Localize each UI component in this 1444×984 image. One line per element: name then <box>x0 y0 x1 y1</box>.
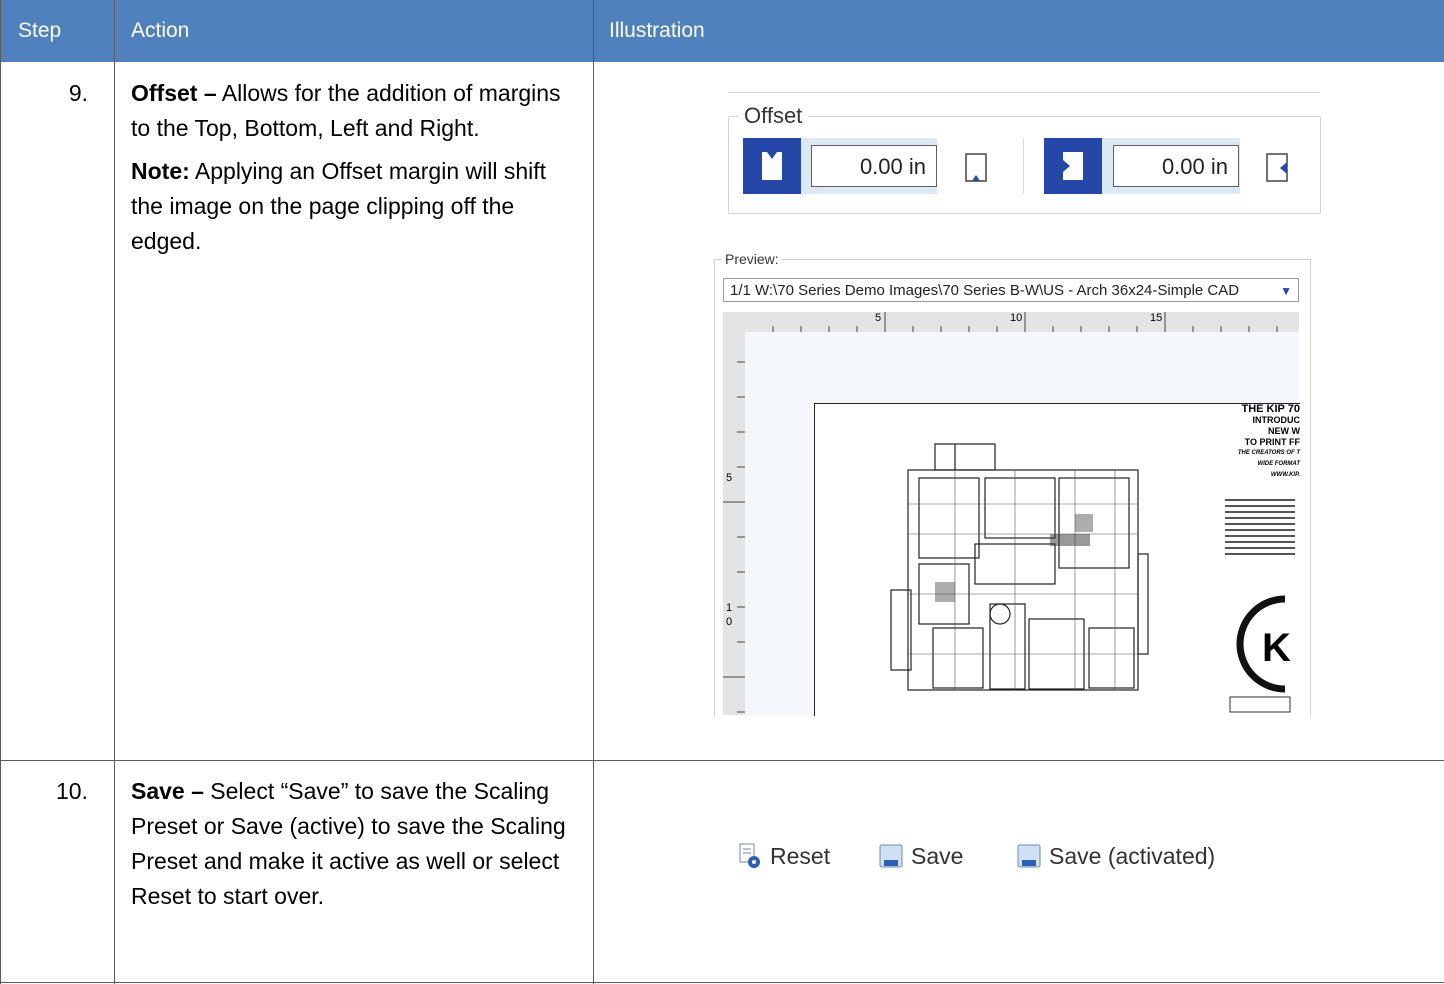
file-select[interactable]: 1/1 W:\70 Series Demo Images\70 Series B… <box>723 278 1299 302</box>
grid-line <box>114 0 115 984</box>
offset-legend: Offset <box>738 103 809 129</box>
ruler-top: 0 0 5 10 15 <box>723 312 1299 332</box>
preview-panel: Preview: 1/1 W:\70 Series Demo Images\70… <box>714 251 1311 716</box>
offset-panel: Offset 0.00 in 0.00 in <box>728 92 1321 214</box>
page-left-icon <box>1063 152 1083 180</box>
title-block: THE KIP 70 INTRODUC NEW W TO PRINT FF TH… <box>1220 404 1300 481</box>
ruler-label: 5 <box>875 312 882 324</box>
ruler-label: 1 <box>726 602 733 614</box>
kip-logo: K <box>1262 626 1291 670</box>
save-activated-label: Save (activated) <box>1049 842 1216 869</box>
step-number: 9. <box>68 80 88 106</box>
save-button[interactable]: Save <box>879 838 963 874</box>
save-activated-button[interactable]: Save (activated) <box>1017 838 1215 874</box>
margin-bottom-toggle[interactable] <box>964 152 990 189</box>
title-block-line: THE KIP 70 <box>1241 403 1301 415</box>
ruler-label: 5 <box>726 472 733 484</box>
reset-button[interactable]: Reset <box>738 838 830 874</box>
note-text: Applying an Offset margin will shift the… <box>131 158 547 254</box>
title-block-line: WWW.KIP. <box>1270 472 1300 478</box>
page-bottom-icon <box>965 153 987 182</box>
margin-right-toggle[interactable] <box>1265 152 1291 189</box>
row-divider <box>0 982 1444 983</box>
header-step: Step <box>18 19 62 42</box>
note-label: Note: <box>131 158 190 184</box>
action-cell: Save – Select “Save” to save the Scaling… <box>131 774 581 922</box>
divider <box>1023 138 1024 194</box>
save-icon <box>1017 842 1041 870</box>
page-top-icon <box>762 152 782 180</box>
grid-line <box>593 0 594 984</box>
margin-top-toggle[interactable] <box>743 138 801 194</box>
preview-legend: Preview: <box>722 251 782 267</box>
table-header: Step Action Illustration <box>0 0 1444 62</box>
divider <box>728 92 1320 93</box>
margin-left-input[interactable]: 0.00 in <box>1113 145 1239 187</box>
title-block-line: WIDE FORMAT <box>1257 461 1300 467</box>
preview-canvas[interactable]: THE KIP 70 INTRODUC NEW W TO PRINT FF TH… <box>745 332 1300 716</box>
margin-top-input[interactable]: 0.00 in <box>811 145 937 187</box>
title-block-line: THE CREATORS OF T <box>1237 450 1300 456</box>
ruler-label: 10 <box>1010 312 1023 324</box>
preview-sheet: THE KIP 70 INTRODUC NEW W TO PRINT FF TH… <box>814 403 1300 716</box>
title-block-line: NEW W <box>1268 426 1300 436</box>
reset-icon <box>738 842 762 870</box>
action-title: Offset – <box>131 80 217 106</box>
save-label: Save <box>911 842 964 869</box>
row-divider <box>0 760 1444 761</box>
ruler-left: 5 1 0 <box>723 312 745 715</box>
title-block-line: TO PRINT FF <box>1244 437 1300 447</box>
reset-label: Reset <box>770 842 831 869</box>
action-cell: Offset – Allows for the addition of marg… <box>131 76 581 267</box>
title-block-line: INTRODUC <box>1252 415 1301 425</box>
step-number: 10. <box>56 778 88 804</box>
save-icon <box>879 842 903 870</box>
action-title: Save – <box>131 778 204 804</box>
grid-line <box>0 0 1 984</box>
header-illustration: Illustration <box>609 19 705 42</box>
ruler-label: 0 <box>726 616 733 628</box>
ruler-label: 15 <box>1150 312 1163 324</box>
margin-left-toggle[interactable] <box>1044 138 1102 194</box>
header-action: Action <box>131 19 190 42</box>
page-right-icon <box>1266 153 1288 182</box>
ruler-left-ticks <box>723 361 745 713</box>
chevron-down-icon: ▼ <box>1280 284 1292 298</box>
file-select-value: 1/1 W:\70 Series Demo Images\70 Series B… <box>730 282 1240 299</box>
